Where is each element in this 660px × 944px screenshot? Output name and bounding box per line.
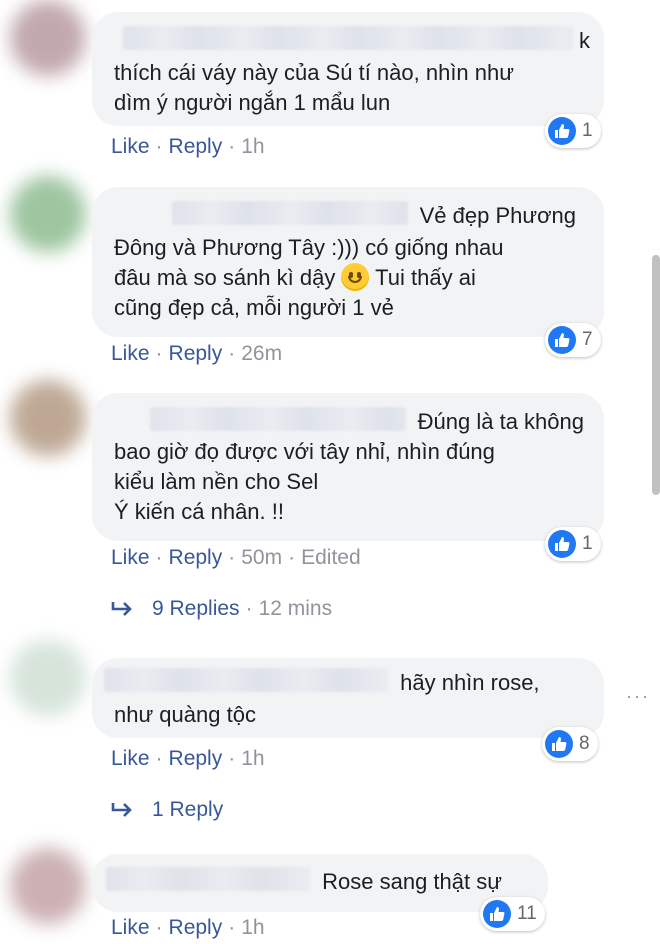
like-link[interactable]: Like [111, 342, 150, 365]
like-link[interactable]: Like [111, 747, 150, 770]
separator: · [228, 135, 236, 158]
like-reaction-icon [548, 530, 576, 558]
reaction-count-value: 1 [582, 120, 593, 141]
author-name-blurred[interactable] [123, 26, 573, 50]
separator: · [228, 916, 236, 939]
scrollbar[interactable] [652, 255, 660, 495]
comment-text: thích cái váy này của Sú tí nào, nhìn nh… [114, 60, 514, 115]
separator: · [228, 546, 236, 569]
reaction-count-value: 11 [517, 903, 537, 924]
author-name-blurred[interactable] [149, 407, 406, 431]
comment-text-lead: k [579, 28, 590, 53]
separator: · [288, 546, 296, 569]
comment-bubble: Rose sang thật sự [92, 854, 548, 912]
author-name-blurred[interactable] [104, 668, 388, 692]
reply-link[interactable]: Reply [169, 135, 223, 158]
comment-text-lead: hãy nhìn rose, [400, 670, 540, 695]
separator: · [155, 546, 163, 569]
reply-link[interactable]: Reply [169, 546, 223, 569]
view-replies-link[interactable]: 9 Replies · 12 mins [110, 597, 332, 621]
like-reaction-icon [548, 117, 576, 145]
view-replies-link[interactable]: 1 Reply [110, 798, 223, 822]
reply-arrow-icon [111, 803, 132, 817]
reply-arrow-icon [111, 602, 132, 616]
reaction-count-value: 8 [579, 733, 590, 754]
reaction-count[interactable]: 1 [545, 527, 601, 561]
separator: · [228, 342, 236, 365]
reply-link[interactable]: Reply [169, 916, 223, 939]
separator: · [155, 135, 163, 158]
avatar[interactable] [10, 176, 86, 252]
comment-text-lead: Rose sang thật sự [322, 869, 502, 894]
comment-actions: Like · Reply · 1h [111, 134, 265, 160]
separator: · [228, 747, 236, 770]
reaction-count[interactable]: 8 [542, 727, 598, 761]
avatar[interactable] [10, 0, 86, 76]
avatar[interactable] [10, 640, 86, 716]
like-reaction-icon [483, 900, 511, 928]
timestamp[interactable]: 26m [241, 342, 282, 365]
avatar[interactable] [10, 848, 86, 924]
comment-actions: Like · Reply · 26m [111, 341, 282, 367]
replies-count-label[interactable]: 1 Reply [152, 798, 223, 822]
comment-bubble: Đúng là ta không bao giờ đọ được với tây… [92, 393, 604, 541]
reply-link[interactable]: Reply [169, 342, 223, 365]
edited-label[interactable]: Edited [301, 546, 361, 569]
timestamp[interactable]: 50m [241, 546, 282, 569]
reaction-count-value: 1 [582, 533, 593, 554]
comment-bubble: hãy nhìn rose, như quàng tộc [92, 658, 604, 738]
like-link[interactable]: Like [111, 546, 150, 569]
separator: · [155, 916, 163, 939]
reaction-count[interactable]: 11 [480, 897, 545, 931]
replies-time: 12 mins [258, 597, 333, 620]
replies-count-label[interactable]: 9 Replies [152, 597, 240, 621]
comment-text: Đông và Phương Tây :))) có giống nhau đâ… [114, 233, 582, 323]
comment-bubble: k thích cái váy này của Sú tí nào, nhìn … [92, 12, 604, 126]
comment-text-lead: Đúng là ta không [417, 409, 584, 434]
like-reaction-icon [548, 326, 576, 354]
comment-actions: Like · Reply · 1h [111, 746, 265, 772]
comment-text: bao giờ đọ được với tây nhỉ, nhìn đúng k… [114, 439, 495, 524]
reply-link[interactable]: Reply [169, 747, 223, 770]
avatar[interactable] [10, 380, 86, 456]
timestamp[interactable]: 1h [241, 916, 264, 939]
smiley-emoji-icon [341, 263, 370, 291]
reaction-count-value: 7 [582, 329, 593, 350]
timestamp[interactable]: 1h [241, 135, 264, 158]
timestamp[interactable]: 1h [241, 747, 264, 770]
like-link[interactable]: Like [111, 916, 150, 939]
comment-text: như quàng tộc [114, 702, 256, 727]
comment-bubble: Vẻ đẹp Phương Đông và Phương Tây :))) có… [92, 187, 604, 337]
more-options-icon[interactable]: ··· [626, 686, 650, 707]
comment-actions: Like · Reply · 50m · Edited [111, 545, 361, 571]
comment-text-lead: Vẻ đẹp Phương [419, 203, 576, 228]
separator: · [155, 747, 163, 770]
author-name-blurred[interactable] [171, 201, 408, 225]
separator: · [245, 597, 253, 620]
author-name-blurred[interactable] [106, 867, 310, 891]
reaction-count[interactable]: 1 [545, 114, 601, 148]
separator: · [155, 342, 163, 365]
comment-actions: Like · Reply · 1h [111, 915, 265, 941]
like-reaction-icon [545, 730, 573, 758]
like-link[interactable]: Like [111, 135, 150, 158]
reaction-count[interactable]: 7 [545, 323, 601, 357]
